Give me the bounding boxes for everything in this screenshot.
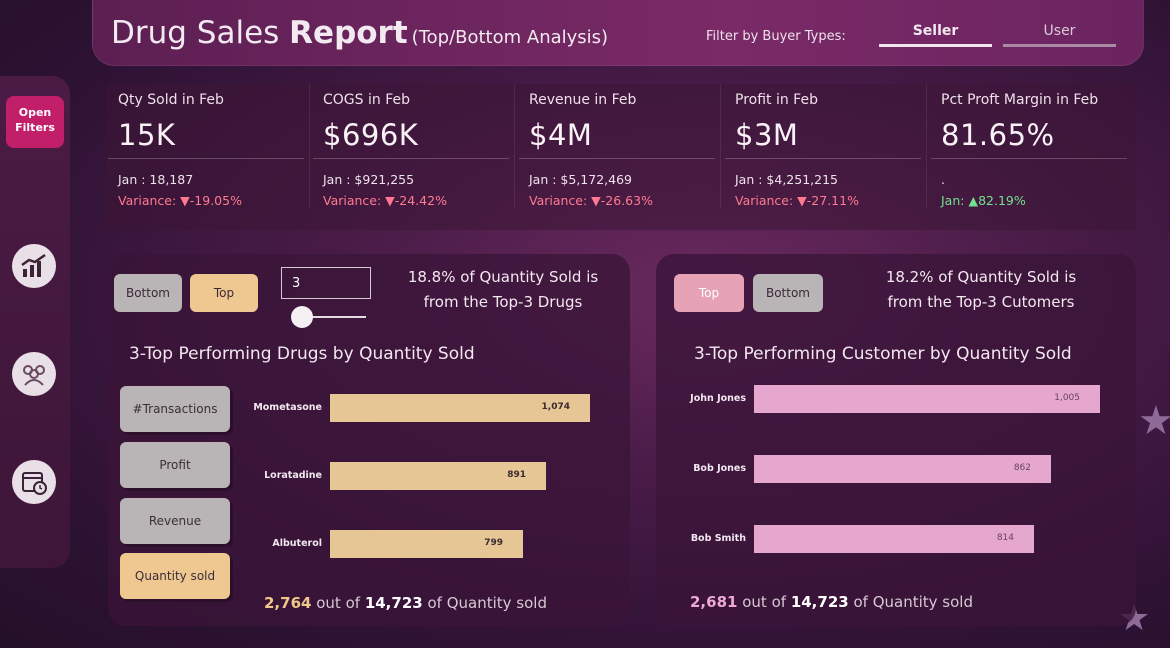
top-n-slider-handle[interactable]: [291, 306, 313, 328]
customers-chart-title: 3-Top Performing Customer by Quantity So…: [694, 344, 1072, 364]
kpi-variance: Jan: ▲82.19%: [941, 193, 1026, 208]
kpi-card-margin: Pct Proft Margin in Feb 81.65% . Jan: ▲8…: [931, 84, 1127, 208]
bar-category-label: Loratadine: [264, 470, 322, 481]
bar-category-label: Albuterol: [272, 538, 322, 549]
kpi-variance: Variance: ▼-26.63%: [529, 193, 653, 208]
bar[interactable]: 1,005: [754, 385, 1100, 413]
kpi-label: Profit in Feb: [735, 92, 818, 108]
bar[interactable]: 799: [330, 530, 523, 558]
bar-value-label: 799: [484, 538, 503, 548]
bar-value-label: 862: [1013, 463, 1031, 473]
calendar-clock-icon[interactable]: [12, 460, 56, 504]
bar-category-label: Bob Jones: [693, 463, 746, 474]
bar-value-label: 814: [996, 533, 1014, 543]
kpi-previous: Jan : $921,255: [323, 172, 415, 187]
chart-growth-icon[interactable]: [12, 244, 56, 288]
bar-category-label: John Jones: [690, 393, 746, 404]
top-toggle-button[interactable]: Top: [674, 274, 744, 312]
bottom-toggle-button[interactable]: Bottom: [114, 274, 182, 312]
kpi-variance: Variance: ▼-27.11%: [735, 193, 859, 208]
bar-value-label: 1,074: [541, 402, 570, 412]
kpi-card-profit: Profit in Feb $3M Jan : $4,251,215 Varia…: [725, 84, 927, 208]
buyer-filter-label: Filter by Buyer Types:: [706, 29, 846, 44]
bar[interactable]: 891: [330, 462, 546, 490]
kpi-card-revenue: Revenue in Feb $4M Jan : $5,172,469 Vari…: [519, 84, 721, 208]
report-header: Drug Sales Report (Top/Bottom Analysis) F…: [92, 0, 1144, 66]
bar[interactable]: 862: [754, 455, 1051, 483]
metric-quantity-button[interactable]: Quantity sold: [120, 553, 230, 599]
drugs-insight-text: 18.8% of Quantity Sold is from the Top-3…: [407, 268, 599, 311]
kpi-label: Qty Sold in Feb: [118, 92, 224, 108]
kpi-value: 15K: [118, 118, 176, 152]
kpi-value: $4M: [529, 118, 593, 152]
kpi-previous: Jan : $4,251,215: [735, 172, 838, 187]
kpi-variance: Variance: ▼-24.42%: [323, 193, 447, 208]
page-subtitle: (Top/Bottom Analysis): [411, 27, 609, 48]
bar-category-label: Bob Smith: [690, 533, 746, 544]
bar-value-label: 1,005: [1054, 393, 1080, 403]
metric-profit-button[interactable]: Profit: [120, 442, 230, 488]
kpi-value: 81.65%: [941, 118, 1055, 152]
open-filters-button[interactable]: Open Filters: [6, 96, 64, 148]
bar[interactable]: 1,074: [330, 394, 590, 422]
buyer-type-seller-button[interactable]: Seller: [879, 19, 992, 47]
top-n-input[interactable]: 3: [281, 267, 371, 299]
kpi-value: $3M: [735, 118, 799, 152]
kpi-previous: Jan : 18,187: [118, 172, 194, 187]
drugs-footer-summary: 2,764 out of 14,723 of Quantity sold: [264, 594, 547, 612]
people-group-icon[interactable]: [12, 352, 56, 396]
bar[interactable]: 814: [754, 525, 1034, 553]
kpi-variance: Variance: ▼-19.05%: [118, 193, 242, 208]
customers-footer-summary: 2,681 out of 14,723 of Quantity sold: [690, 593, 973, 611]
bottom-toggle-button[interactable]: Bottom: [753, 274, 823, 312]
kpi-label: Revenue in Feb: [529, 92, 637, 108]
bar-category-label: Mometasone: [253, 402, 322, 413]
page-title: Drug Sales Report (Top/Bottom Analysis): [111, 15, 609, 51]
kpi-label: COGS in Feb: [323, 92, 410, 108]
drugs-chart-title: 3-Top Performing Drugs by Quantity Sold: [129, 344, 475, 364]
bar-value-label: 891: [507, 470, 526, 480]
kpi-card-cogs: COGS in Feb $696K Jan : $921,255 Varianc…: [313, 84, 515, 208]
top-toggle-button[interactable]: Top: [190, 274, 258, 312]
star-decoration-icon: ★: [1138, 398, 1170, 444]
customers-insight-text: 18.2% of Quantity Sold is from the Top-3…: [885, 268, 1077, 311]
kpi-label: Pct Proft Margin in Feb: [941, 92, 1099, 108]
sidebar: Open Filters: [0, 76, 70, 568]
kpi-previous: .: [941, 172, 945, 187]
kpi-card-qty: Qty Sold in Feb 15K Jan : 18,187 Varianc…: [108, 84, 310, 208]
kpi-value: $696K: [323, 118, 419, 152]
kpi-previous: Jan : $5,172,469: [529, 172, 632, 187]
buyer-type-user-button[interactable]: User: [1003, 19, 1116, 47]
